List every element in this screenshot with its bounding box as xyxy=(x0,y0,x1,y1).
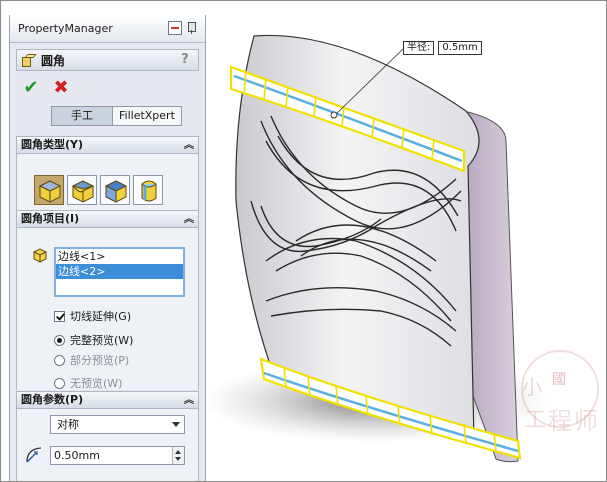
full-preview-label: 完整预览(W) xyxy=(70,334,134,347)
feature-title-bar: 圆角 ? xyxy=(16,49,199,71)
no-preview-label: 无预览(W) xyxy=(70,377,123,390)
help-button[interactable]: ? xyxy=(178,52,192,68)
header-icons xyxy=(168,21,199,35)
list-item[interactable]: 边线<1> xyxy=(56,249,183,264)
pin-icon[interactable] xyxy=(185,21,199,35)
constant-radius-fillet-button[interactable] xyxy=(34,175,64,205)
radius-value: 0.50mm xyxy=(54,449,100,462)
feature-title: 圆角 xyxy=(41,53,66,68)
fillet-method-select[interactable]: 对称 xyxy=(50,415,185,434)
collapse-chevron-icon[interactable]: ︽ xyxy=(184,138,194,154)
collapse-chevron-icon[interactable]: ︽ xyxy=(184,212,194,228)
dimension-label: 半径: xyxy=(403,41,435,55)
section-fillet-params-title: 圆角参数(P) xyxy=(21,393,84,406)
fillet-items-list[interactable]: 边线<1> 边线<2> xyxy=(54,247,185,297)
svg-text:小: 小 xyxy=(522,375,542,399)
ok-cancel-row: ✔ ✖ xyxy=(22,79,70,97)
section-fillet-items-header[interactable]: 圆角项目(I) ︽ xyxy=(16,210,199,228)
tab-filletxpert[interactable]: FilletXpert xyxy=(112,106,182,126)
property-manager-header: PropertyManager xyxy=(10,15,205,43)
edge-selection-icon xyxy=(32,247,48,266)
section-fillet-type-title: 圆角类型(Y) xyxy=(21,138,84,151)
mode-tabs: 手工 FilletXpert xyxy=(51,106,182,126)
radius-spinner[interactable] xyxy=(172,447,184,464)
full-preview-radio[interactable] xyxy=(54,334,65,346)
watermark-seal: 小 國 工 程 师 xyxy=(521,350,599,435)
tab-manual[interactable]: 手工 xyxy=(51,106,113,126)
graphics-viewport[interactable]: 半径: 0.5mm 小 國 工 程 师 xyxy=(201,1,606,481)
no-preview-radio[interactable] xyxy=(54,377,65,389)
fillet-type-buttons xyxy=(34,175,163,205)
section-fillet-items-title: 圆角项目(I) xyxy=(21,212,80,225)
partial-preview-option[interactable]: 部分预览(P) xyxy=(54,352,129,368)
collapse-chevron-icon[interactable]: ︽ xyxy=(184,393,194,409)
full-preview-option[interactable]: 完整预览(W) xyxy=(54,332,133,348)
variable-radius-fillet-button[interactable] xyxy=(67,175,97,205)
property-manager-title: PropertyManager xyxy=(18,22,113,35)
watermark: 小 國 工 程 师 xyxy=(504,349,604,479)
svg-text:工: 工 xyxy=(524,408,546,433)
window-frame: PropertyManager 圆角 ? ✔ ✖ 手工 FilletXpert … xyxy=(0,0,607,482)
svg-text:师: 师 xyxy=(574,407,598,435)
chevron-down-icon xyxy=(172,422,180,427)
tangent-propagation-label: 切线延伸(G) xyxy=(70,310,132,323)
svg-text:國: 國 xyxy=(552,372,566,388)
tangent-propagation-option[interactable]: 切线延伸(G) xyxy=(54,308,131,324)
tangent-propagation-checkbox[interactable] xyxy=(54,310,65,322)
ok-button[interactable]: ✔ xyxy=(22,79,40,97)
face-fillet-button[interactable] xyxy=(100,175,130,205)
list-item[interactable]: 边线<2> xyxy=(56,264,183,279)
fillet-cube-icon xyxy=(21,53,37,68)
split-panel-icon[interactable] xyxy=(168,21,182,35)
cancel-button[interactable]: ✖ xyxy=(52,79,70,97)
full-round-fillet-button[interactable] xyxy=(133,175,163,205)
section-fillet-params-header[interactable]: 圆角参数(P) ︽ xyxy=(16,391,199,409)
partial-preview-label: 部分预览(P) xyxy=(70,354,130,367)
radius-dimension-callout[interactable]: 半径: 0.5mm xyxy=(403,41,482,55)
dimension-value[interactable]: 0.5mm xyxy=(438,41,482,55)
property-manager-panel: PropertyManager 圆角 ? ✔ ✖ 手工 FilletXpert … xyxy=(9,15,206,481)
svg-text:程: 程 xyxy=(548,407,572,435)
radius-input[interactable]: 0.50mm xyxy=(50,446,185,465)
radius-icon xyxy=(24,445,44,468)
no-preview-option[interactable]: 无预览(W) xyxy=(54,375,122,391)
section-fillet-type-header[interactable]: 圆角类型(Y) ︽ xyxy=(16,136,199,154)
partial-preview-radio[interactable] xyxy=(54,354,65,366)
fillet-method-value: 对称 xyxy=(57,418,79,431)
